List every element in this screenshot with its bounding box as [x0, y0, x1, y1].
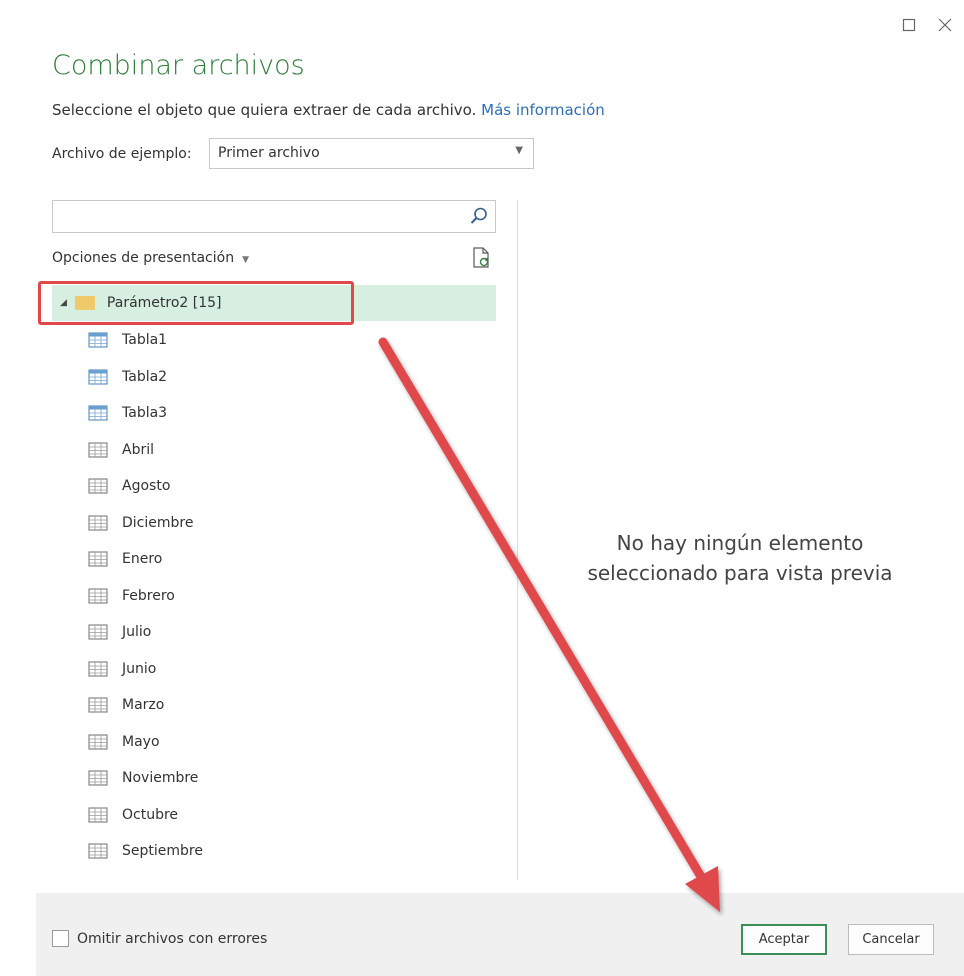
- tree-item[interactable]: Tabla3: [88, 395, 203, 432]
- dialog-title: Combinar archivos: [52, 50, 305, 81]
- refresh-preview-icon[interactable]: [470, 246, 492, 270]
- sheet-icon: [88, 624, 108, 640]
- tree-item[interactable]: Enero: [88, 541, 203, 578]
- sheet-icon: [88, 770, 108, 786]
- tree-item-label: Marzo: [122, 697, 165, 714]
- sheet-icon: [88, 807, 108, 823]
- tree-item[interactable]: Marzo: [88, 687, 203, 724]
- tree-item-label: Tabla3: [122, 405, 168, 422]
- tree-item[interactable]: Tabla2: [88, 359, 203, 396]
- preview-placeholder: No hay ningún elemento seleccionado para…: [540, 528, 940, 588]
- sheet-icon: [88, 843, 108, 859]
- maximize-button[interactable]: [898, 14, 920, 36]
- tree-item[interactable]: Diciembre: [88, 505, 203, 542]
- table-icon: [88, 369, 108, 385]
- table-icon: [88, 405, 108, 421]
- tree-item-label: Tabla1: [122, 332, 168, 349]
- tree-item-label: Abril: [122, 441, 154, 458]
- tree-item-label: Diciembre: [122, 514, 194, 531]
- tree-item[interactable]: Noviembre: [88, 760, 203, 797]
- pane-divider[interactable]: [517, 200, 518, 880]
- close-icon: [938, 18, 952, 32]
- ok-button[interactable]: Aceptar: [741, 924, 827, 955]
- maximize-icon: [902, 18, 916, 32]
- tree-item-label: Junio: [122, 660, 157, 677]
- more-info-link[interactable]: Más información: [481, 101, 605, 119]
- cancel-button[interactable]: Cancelar: [848, 924, 934, 955]
- tree-item-label: Mayo: [122, 733, 160, 750]
- tree-item[interactable]: Julio: [88, 614, 203, 651]
- skip-errors-label: Omitir archivos con errores: [77, 930, 268, 947]
- tree-item[interactable]: Agosto: [88, 468, 203, 505]
- subtitle-text: Seleccione el objeto que quiera extraer …: [52, 101, 477, 119]
- display-options-dropdown[interactable]: Opciones de presentación ▼: [52, 250, 249, 266]
- tree-item[interactable]: Septiembre: [88, 833, 203, 870]
- dialog-subtitle: Seleccione el objeto que quiera extraer …: [52, 101, 605, 119]
- preview-line-1: No hay ningún elemento: [616, 531, 864, 555]
- tree-list: Tabla1 Tabla2 Tabla3 Abril Agosto Diciembre En…: [88, 322, 203, 870]
- sheet-icon: [88, 442, 108, 458]
- sheet-icon: [88, 734, 108, 750]
- sheet-icon: [88, 697, 108, 713]
- example-file-dropdown[interactable]: Primer archivo ▼: [209, 138, 534, 169]
- tree-item-label: Agosto: [122, 478, 171, 495]
- chevron-down-icon: ▼: [242, 255, 249, 265]
- tree-item-label: Noviembre: [122, 770, 199, 787]
- tree-item[interactable]: Mayo: [88, 724, 203, 761]
- close-button[interactable]: [934, 14, 956, 36]
- tree-item-label: Septiembre: [122, 843, 203, 860]
- tree-item[interactable]: Abril: [88, 432, 203, 469]
- sheet-icon: [88, 551, 108, 567]
- sheet-icon: [88, 588, 108, 604]
- tree-item[interactable]: Junio: [88, 651, 203, 688]
- example-file-value: Primer archivo: [218, 145, 320, 161]
- display-options-label: Opciones de presentación: [52, 250, 235, 266]
- tree-item-label: Octubre: [122, 806, 179, 823]
- skip-errors-checkbox[interactable]: [52, 930, 69, 947]
- tree-item-label: Enero: [122, 551, 163, 568]
- search-box: [52, 200, 496, 233]
- skip-errors-option[interactable]: Omitir archivos con errores: [52, 930, 267, 947]
- tree-item-label: Febrero: [122, 587, 175, 604]
- table-icon: [88, 332, 108, 348]
- tree-item[interactable]: Octubre: [88, 797, 203, 834]
- annotation-highlight-box: [38, 281, 354, 325]
- sheet-icon: [88, 478, 108, 494]
- search-icon[interactable]: [469, 206, 489, 226]
- preview-line-2: seleccionado para vista previa: [587, 561, 893, 585]
- chevron-down-icon: ▼: [515, 145, 523, 156]
- tree-item[interactable]: Febrero: [88, 578, 203, 615]
- tree-item[interactable]: Tabla1: [88, 322, 203, 359]
- sheet-icon: [88, 515, 108, 531]
- tree-item-label: Julio: [122, 624, 152, 641]
- example-file-label: Archivo de ejemplo:: [52, 146, 192, 162]
- tree-item-label: Tabla2: [122, 368, 168, 385]
- search-input[interactable]: [53, 201, 453, 232]
- sheet-icon: [88, 661, 108, 677]
